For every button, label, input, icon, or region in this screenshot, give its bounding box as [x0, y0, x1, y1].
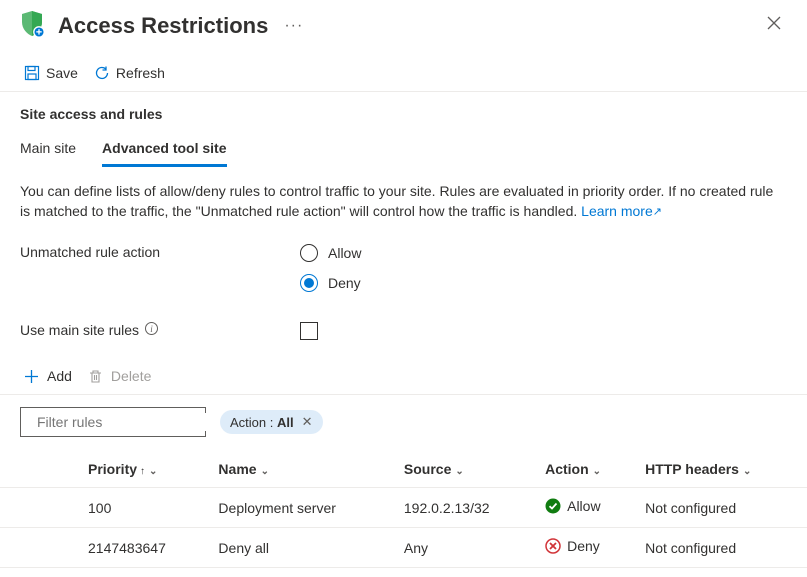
cell-priority: 100 [80, 488, 210, 528]
allow-icon [545, 498, 561, 514]
plus-icon [24, 369, 39, 384]
radio-icon [300, 274, 318, 292]
use-main-site-rules-checkbox[interactable] [300, 322, 318, 340]
trash-icon [88, 369, 103, 384]
info-icon[interactable]: i [145, 322, 158, 335]
tabs: Main site Advanced tool site [20, 132, 787, 167]
chevron-down-icon: ⌄ [743, 466, 751, 477]
refresh-button[interactable]: Refresh [94, 65, 165, 81]
sort-asc-icon: ↑ [140, 466, 145, 477]
cell-priority: 2147483647 [80, 528, 210, 568]
radio-deny-label: Deny [328, 275, 361, 291]
command-bar: Save Refresh [0, 47, 807, 92]
save-label: Save [46, 65, 78, 81]
col-name[interactable]: Name⌄ [210, 451, 395, 488]
delete-rule-button: Delete [88, 368, 151, 384]
section-title: Site access and rules [20, 106, 787, 122]
radio-allow[interactable]: Allow [300, 244, 361, 262]
add-label: Add [47, 368, 72, 384]
radio-icon [300, 244, 318, 262]
page-header: Access Restrictions ··· [0, 0, 807, 47]
cell-action: Allow [537, 488, 637, 528]
add-rule-button[interactable]: Add [24, 368, 72, 384]
more-icon[interactable]: ··· [284, 17, 303, 35]
tab-main-site[interactable]: Main site [20, 132, 76, 167]
table-row[interactable]: 100Deployment server192.0.2.13/32AllowNo… [0, 488, 807, 528]
rules-action-bar: Add Delete [0, 340, 807, 395]
chevron-down-icon: ⌄ [455, 466, 463, 477]
filter-pill-action[interactable]: Action : All ✕ [220, 410, 323, 434]
radio-deny[interactable]: Deny [300, 274, 361, 292]
clear-filter-icon[interactable]: ✕ [302, 414, 313, 430]
radio-allow-label: Allow [328, 245, 361, 261]
col-priority[interactable]: Priority↑⌄ [80, 451, 210, 488]
shield-icon [20, 10, 46, 41]
refresh-icon [94, 65, 110, 81]
cell-name: Deployment server [210, 488, 395, 528]
close-icon[interactable] [761, 12, 787, 39]
learn-more-link[interactable]: Learn more [581, 203, 662, 219]
chevron-down-icon: ⌄ [261, 466, 269, 477]
rules-table: Priority↑⌄ Name⌄ Source⌄ Action⌄ HTTP he… [0, 451, 807, 568]
description-text: You can define lists of allow/deny rules… [20, 181, 787, 222]
filter-rules-input-wrapper[interactable] [20, 407, 206, 437]
cell-source: Any [396, 528, 537, 568]
use-main-site-rules-label: Use main site rules i [20, 322, 300, 340]
delete-label: Delete [111, 368, 151, 384]
filter-rules-input[interactable] [35, 413, 220, 431]
refresh-label: Refresh [116, 65, 165, 81]
page-title: Access Restrictions [58, 13, 268, 39]
chevron-down-icon: ⌄ [593, 466, 601, 477]
chevron-down-icon: ⌄ [149, 466, 157, 477]
col-action[interactable]: Action⌄ [537, 451, 637, 488]
col-source[interactable]: Source⌄ [396, 451, 537, 488]
save-button[interactable]: Save [24, 65, 78, 81]
save-icon [24, 65, 40, 81]
cell-name: Deny all [210, 528, 395, 568]
cell-action: Deny [537, 528, 637, 568]
deny-icon [545, 538, 561, 554]
table-row[interactable]: 2147483647Deny allAnyDenyNot configured [0, 528, 807, 568]
cell-source: 192.0.2.13/32 [396, 488, 537, 528]
tab-advanced-tool-site[interactable]: Advanced tool site [102, 132, 226, 167]
unmatched-rule-action-label: Unmatched rule action [20, 244, 300, 292]
cell-http-headers: Not configured [637, 528, 807, 568]
col-http-headers[interactable]: HTTP headers⌄ [637, 451, 807, 488]
cell-http-headers: Not configured [637, 488, 807, 528]
